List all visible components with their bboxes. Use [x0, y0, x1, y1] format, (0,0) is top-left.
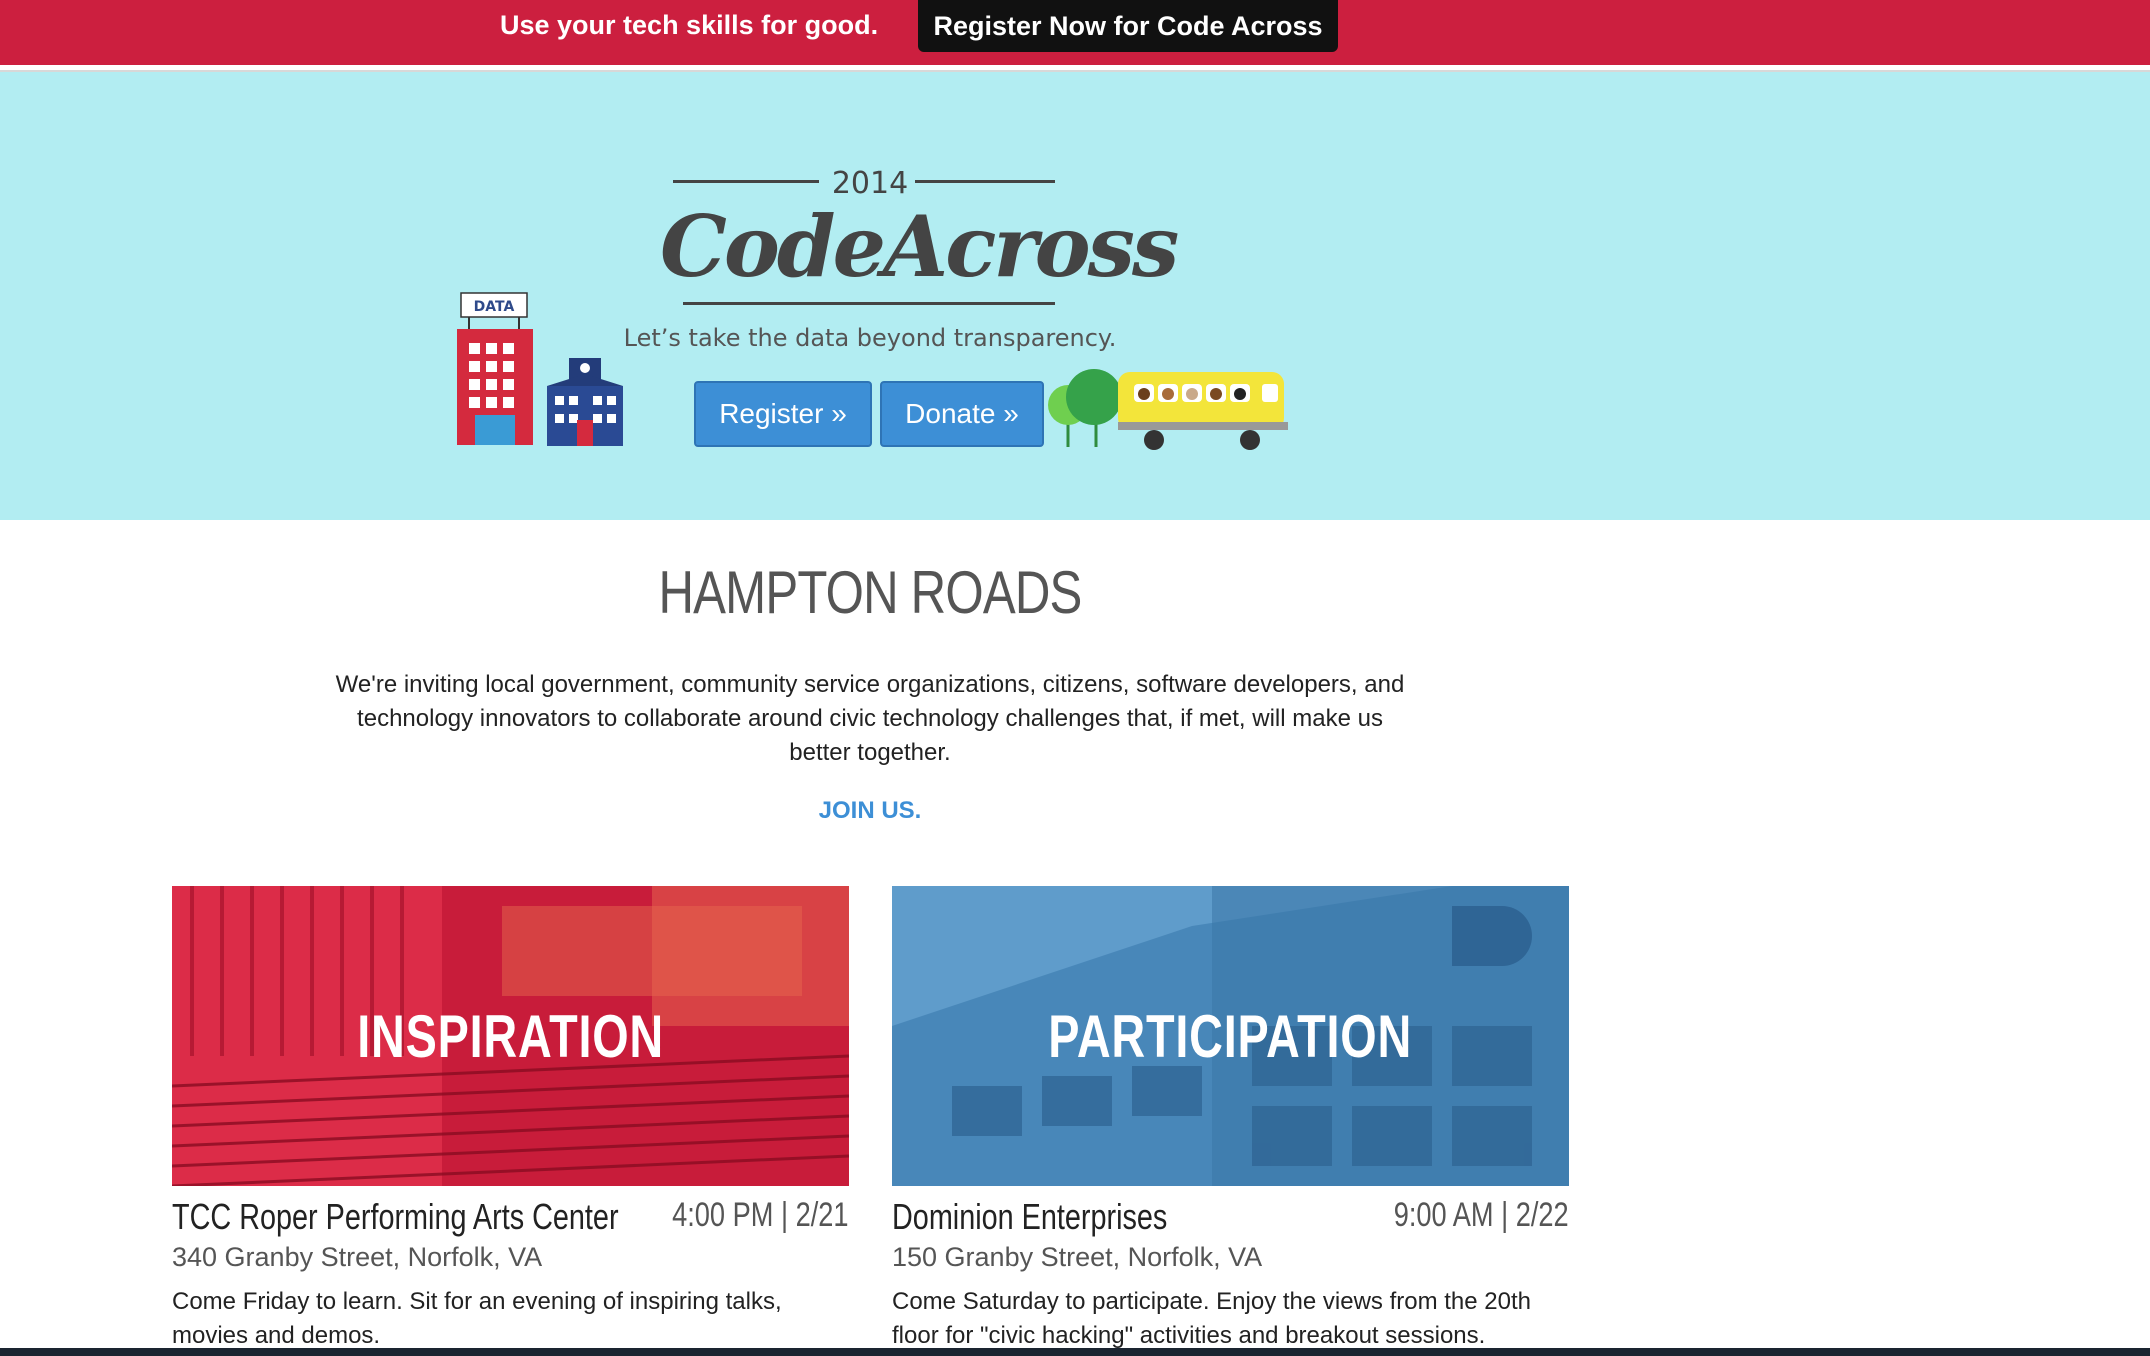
event-time: 4:00 PM | 2/21 [672, 1196, 849, 1234]
banner-tagline: Use your tech skills for good. [500, 10, 879, 40]
participation-photo[interactable]: PARTICIPATION [892, 886, 1569, 1186]
trees-icon [1048, 369, 1118, 447]
top-banner: Use your tech skills for good. Register … [0, 0, 2150, 72]
hero-section: 2014 CodeAcross Let’s take the data beyo… [0, 72, 2150, 520]
venue-address: 340 Granby Street, Norfolk, VA [172, 1242, 543, 1272]
codeacross-logo[interactable]: CodeAcross [660, 192, 1179, 302]
window-bottom-edge [0, 1348, 2150, 1356]
event-time: 9:00 AM | 2/22 [1394, 1196, 1569, 1234]
logo-rule-right [915, 180, 1055, 183]
event-card-participation: PARTICIPATION Dominion Enterprises 9:00 … [892, 886, 1569, 1353]
logo-rule-bottom [683, 302, 1055, 305]
school-building-icon [547, 358, 623, 446]
data-sign-text: DATA [474, 299, 515, 315]
participation-title: PARTICIPATION [1048, 1002, 1413, 1070]
region-title: HAMPTON ROADS [658, 559, 1082, 626]
venue-name: Dominion Enterprises [892, 1196, 1168, 1237]
hero-tagline: Let’s take the data beyond transparency. [623, 324, 1117, 352]
logo-rule-left [673, 180, 819, 183]
register-button[interactable]: Register » [694, 381, 872, 447]
venue-row: Dominion Enterprises 9:00 AM | 2/22 [892, 1196, 1569, 1240]
venue-row: TCC Roper Performing Arts Center 4:00 PM… [172, 1196, 849, 1240]
venue-name: TCC Roper Performing Arts Center [172, 1196, 619, 1237]
inspiration-title: INSPIRATION [357, 1002, 664, 1070]
city-hall-building-icon: DATA [457, 292, 533, 445]
event-description: Come Saturday to participate. Enjoy the … [892, 1288, 1531, 1349]
donate-button[interactable]: Donate » [880, 381, 1044, 447]
event-description: Come Friday to learn. Sit for an evening… [172, 1288, 782, 1349]
venue-address: 150 Granby Street, Norfolk, VA [892, 1242, 1263, 1272]
join-us-link[interactable]: JOIN US. [600, 797, 1140, 825]
inspiration-photo[interactable]: INSPIRATION [172, 886, 849, 1186]
intro-text: We're inviting local government, communi… [335, 671, 1405, 766]
event-card-inspiration: INSPIRATION TCC Roper Performing Arts Ce… [172, 886, 849, 1353]
school-bus-icon [1118, 372, 1288, 450]
register-now-button[interactable]: Register Now for Code Across [918, 0, 1338, 52]
